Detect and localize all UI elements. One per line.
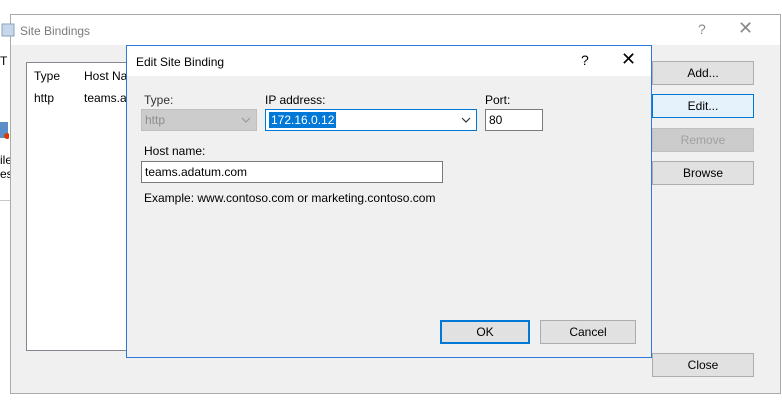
ip-address-select[interactable]: 172.16.0.12	[265, 109, 477, 131]
add-button[interactable]: Add...	[652, 61, 754, 85]
ip-address-label: IP address:	[265, 93, 326, 107]
site-bindings-title: Site Bindings	[20, 24, 91, 38]
close-icon[interactable]: ✕	[621, 49, 636, 70]
host-name-field[interactable]	[141, 161, 443, 183]
host-name-input[interactable]	[142, 162, 442, 182]
chevron-down-icon[interactable]	[460, 114, 472, 126]
browse-button[interactable]: Browse	[652, 161, 754, 185]
example-text: Example: www.contoso.com or marketing.co…	[144, 191, 436, 205]
cancel-button[interactable]: Cancel	[540, 320, 636, 344]
site-bindings-titlebar[interactable]: Site Bindings ? ✕	[1, 15, 780, 45]
ok-button[interactable]: OK	[440, 320, 530, 344]
help-icon[interactable]: ?	[698, 21, 706, 37]
bindings-list[interactable]: Type Host Na http teams.ac	[26, 62, 141, 351]
close-button[interactable]: Close	[652, 353, 754, 377]
background-app-icon	[0, 120, 10, 142]
column-header-host-name[interactable]: Host Na	[84, 69, 127, 83]
site-bindings-icon	[1, 23, 15, 37]
background-divider	[0, 200, 10, 201]
chevron-down-icon	[241, 117, 251, 123]
port-label: Port:	[485, 93, 511, 107]
close-icon[interactable]: ✕	[738, 18, 753, 39]
edit-button[interactable]: Edit...	[652, 94, 754, 118]
edit-site-binding-titlebar[interactable]: Edit Site Binding ? ✕	[127, 46, 651, 76]
type-value: http	[145, 113, 166, 127]
edit-site-binding-title: Edit Site Binding	[136, 55, 225, 69]
host-name-label: Host name:	[144, 144, 206, 158]
binding-type-cell[interactable]: http	[34, 91, 54, 105]
ip-address-value: 172.16.0.12	[269, 112, 337, 128]
type-label: Type:	[144, 93, 174, 107]
edit-site-binding-dialog: Edit Site Binding ? ✕ Type: http IP addr…	[126, 45, 652, 358]
remove-button[interactable]: Remove	[652, 128, 754, 152]
column-header-type[interactable]: Type	[34, 69, 60, 83]
port-field[interactable]	[485, 109, 543, 131]
type-select: http	[141, 109, 257, 131]
help-icon[interactable]: ?	[581, 52, 589, 68]
port-input[interactable]	[486, 110, 542, 130]
